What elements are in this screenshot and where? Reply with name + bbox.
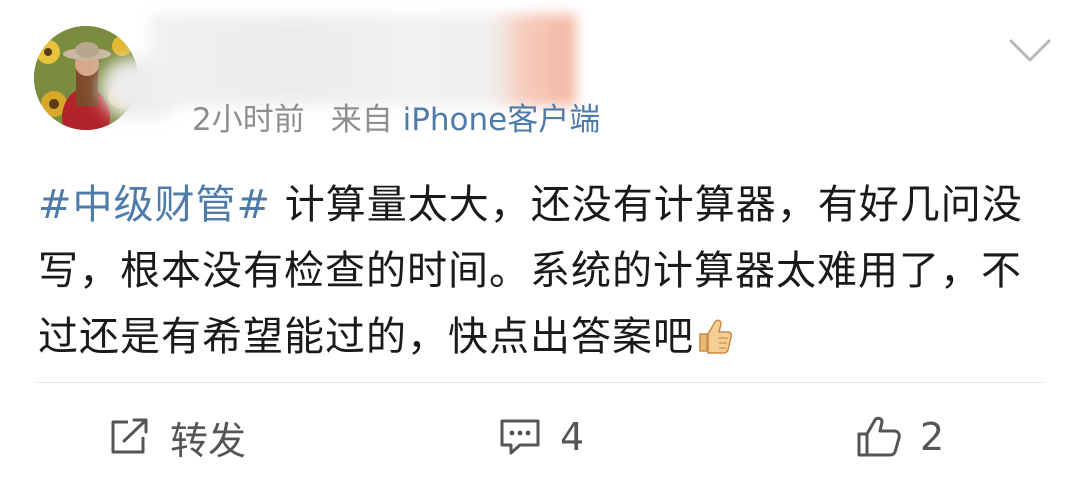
post-source[interactable]: iPhone客户端 — [403, 102, 601, 138]
comment-button[interactable]: 4 — [498, 410, 584, 464]
thumbs-up-emoji — [699, 319, 733, 354]
post-meta: 2小时前 来自 iPhone客户端 — [192, 98, 600, 142]
topic-link[interactable]: #中级财管# — [38, 182, 271, 228]
repost-button[interactable]: 转发 — [108, 410, 246, 464]
comment-count: 4 — [560, 415, 585, 459]
like-count: 2 — [920, 415, 945, 459]
chevron-down-icon[interactable] — [1008, 36, 1052, 66]
repost-icon — [111, 418, 148, 454]
comment-icon — [500, 419, 540, 455]
blurred-username[interactable] — [150, 14, 576, 106]
post-source-prefix: 来自 — [330, 102, 393, 138]
like-button[interactable]: 2 — [856, 410, 944, 464]
post-text: #中级财管# 计算量太大，还没有计算器，有好几问没写，根本没有检查的时间。系统的… — [38, 172, 1038, 370]
divider — [36, 382, 1044, 383]
thumbs-up-icon — [857, 416, 901, 457]
post-timestamp: 2小时前 — [192, 102, 305, 138]
repost-label: 转发 — [170, 418, 247, 463]
